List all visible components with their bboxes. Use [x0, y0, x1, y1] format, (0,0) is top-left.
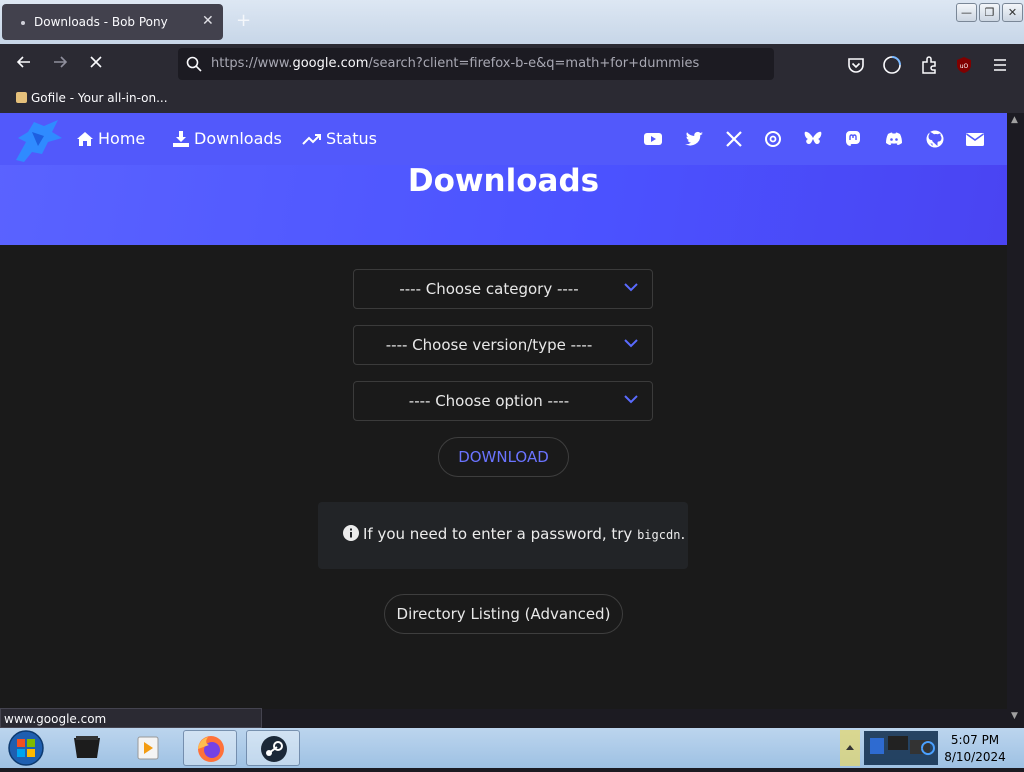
- nav-home-link[interactable]: Home: [76, 129, 145, 148]
- new-tab-button[interactable]: +: [236, 10, 251, 31]
- tab-title: Downloads - Bob Pony: [34, 15, 168, 29]
- url-bar[interactable]: https://www.google.com/search?client=fir…: [178, 48, 774, 80]
- minimize-button[interactable]: —: [956, 3, 977, 22]
- clock-date: 8/10/2024: [944, 750, 1006, 764]
- page-title: Downloads: [407, 163, 600, 199]
- bluesky-icon[interactable]: [803, 129, 823, 149]
- nav-downloads-link[interactable]: Downloads: [172, 129, 282, 148]
- hero-banner: Home Downloads Status Downloads: [0, 113, 1007, 245]
- site-logo-icon[interactable]: [12, 116, 64, 166]
- discord-icon[interactable]: [884, 129, 904, 149]
- version-select-value: ---- Choose version/type ----: [385, 336, 593, 354]
- bookmark-gofile[interactable]: Gofile - Your all-in-on...: [16, 91, 168, 105]
- taskbar: 5:07 PM 8/10/2024: [0, 728, 1024, 768]
- info-icon: [343, 525, 359, 541]
- password-note: If you need to enter a password, try big…: [318, 502, 688, 569]
- ublock-icon[interactable]: uO: [953, 54, 975, 76]
- option-select-value: ---- Choose option ----: [408, 392, 570, 410]
- email-icon[interactable]: [965, 129, 985, 149]
- taskbar-steam[interactable]: [246, 730, 300, 766]
- url-text[interactable]: https://www.google.com/search?client=fir…: [211, 56, 699, 71]
- pocket-icon[interactable]: [845, 54, 867, 76]
- tab-close-icon[interactable]: ✕: [202, 13, 214, 29]
- mastodon-icon[interactable]: [843, 129, 863, 149]
- twitter-icon[interactable]: [684, 129, 704, 149]
- bookmarks-bar: Gofile - Your all-in-on...: [0, 86, 1024, 113]
- chevron-down-icon: [624, 283, 638, 292]
- trending-icon: [302, 134, 321, 145]
- status-url-bar: www.google.com: [0, 708, 262, 728]
- clock-time: 5:07 PM: [950, 733, 1000, 747]
- back-icon[interactable]: [10, 51, 38, 79]
- browser-titlebar: Downloads - Bob Pony ✕ + — ❐ ✕: [0, 0, 1024, 44]
- page-content: Home Downloads Status Downloads ---- Cho…: [0, 113, 1007, 709]
- taskbar-media-app[interactable]: [60, 730, 114, 766]
- gofile-favicon-icon: [16, 92, 27, 103]
- start-orb-icon[interactable]: [6, 729, 46, 767]
- category-select-value: ---- Choose category ----: [399, 280, 579, 298]
- scroll-down-icon[interactable]: ▼: [1011, 711, 1018, 721]
- version-select[interactable]: ---- Choose version/type ----: [353, 325, 653, 365]
- youtube-icon[interactable]: [643, 129, 663, 149]
- category-select[interactable]: ---- Choose category ----: [353, 269, 653, 309]
- directory-listing-button[interactable]: Directory Listing (Advanced): [384, 594, 623, 634]
- taskbar-firefox[interactable]: [183, 730, 237, 766]
- threads-icon[interactable]: [763, 129, 783, 149]
- page-scrollbar[interactable]: ▲ ▼: [1007, 113, 1024, 721]
- chevron-down-icon: [624, 395, 638, 404]
- restore-button[interactable]: ❐: [979, 3, 1000, 22]
- note-code: bigcdn: [637, 528, 681, 542]
- taskbar-video-player[interactable]: [120, 730, 174, 766]
- scroll-up-icon[interactable]: ▲: [1011, 115, 1018, 125]
- site-navbar: Home Downloads Status: [0, 113, 1007, 165]
- browser-navbar: https://www.google.com/search?client=fir…: [0, 44, 1024, 86]
- note-text: If you need to enter a password, try: [363, 525, 633, 543]
- taskbar-clock[interactable]: 5:07 PM 8/10/2024: [940, 732, 1010, 766]
- stop-loading-icon[interactable]: [82, 51, 110, 79]
- extensions-icon[interactable]: [918, 54, 940, 76]
- menu-icon[interactable]: [989, 54, 1011, 76]
- home-icon: [77, 132, 93, 146]
- tab-downloads-bob-pony[interactable]: Downloads - Bob Pony ✕: [2, 4, 223, 40]
- option-select[interactable]: ---- Choose option ----: [353, 381, 653, 421]
- download-button[interactable]: DOWNLOAD: [438, 437, 569, 477]
- svg-text:uO: uO: [960, 63, 969, 70]
- chevron-down-icon: [624, 339, 638, 348]
- nav-status-link[interactable]: Status: [302, 129, 377, 148]
- forward-icon[interactable]: [46, 51, 74, 79]
- github-icon[interactable]: [925, 129, 945, 149]
- account-icon[interactable]: [881, 54, 903, 76]
- close-window-button[interactable]: ✕: [1002, 3, 1023, 22]
- download-icon: [173, 131, 189, 147]
- tab-loading-indicator: [21, 21, 25, 25]
- x-icon[interactable]: [724, 129, 744, 149]
- search-icon: [186, 56, 202, 72]
